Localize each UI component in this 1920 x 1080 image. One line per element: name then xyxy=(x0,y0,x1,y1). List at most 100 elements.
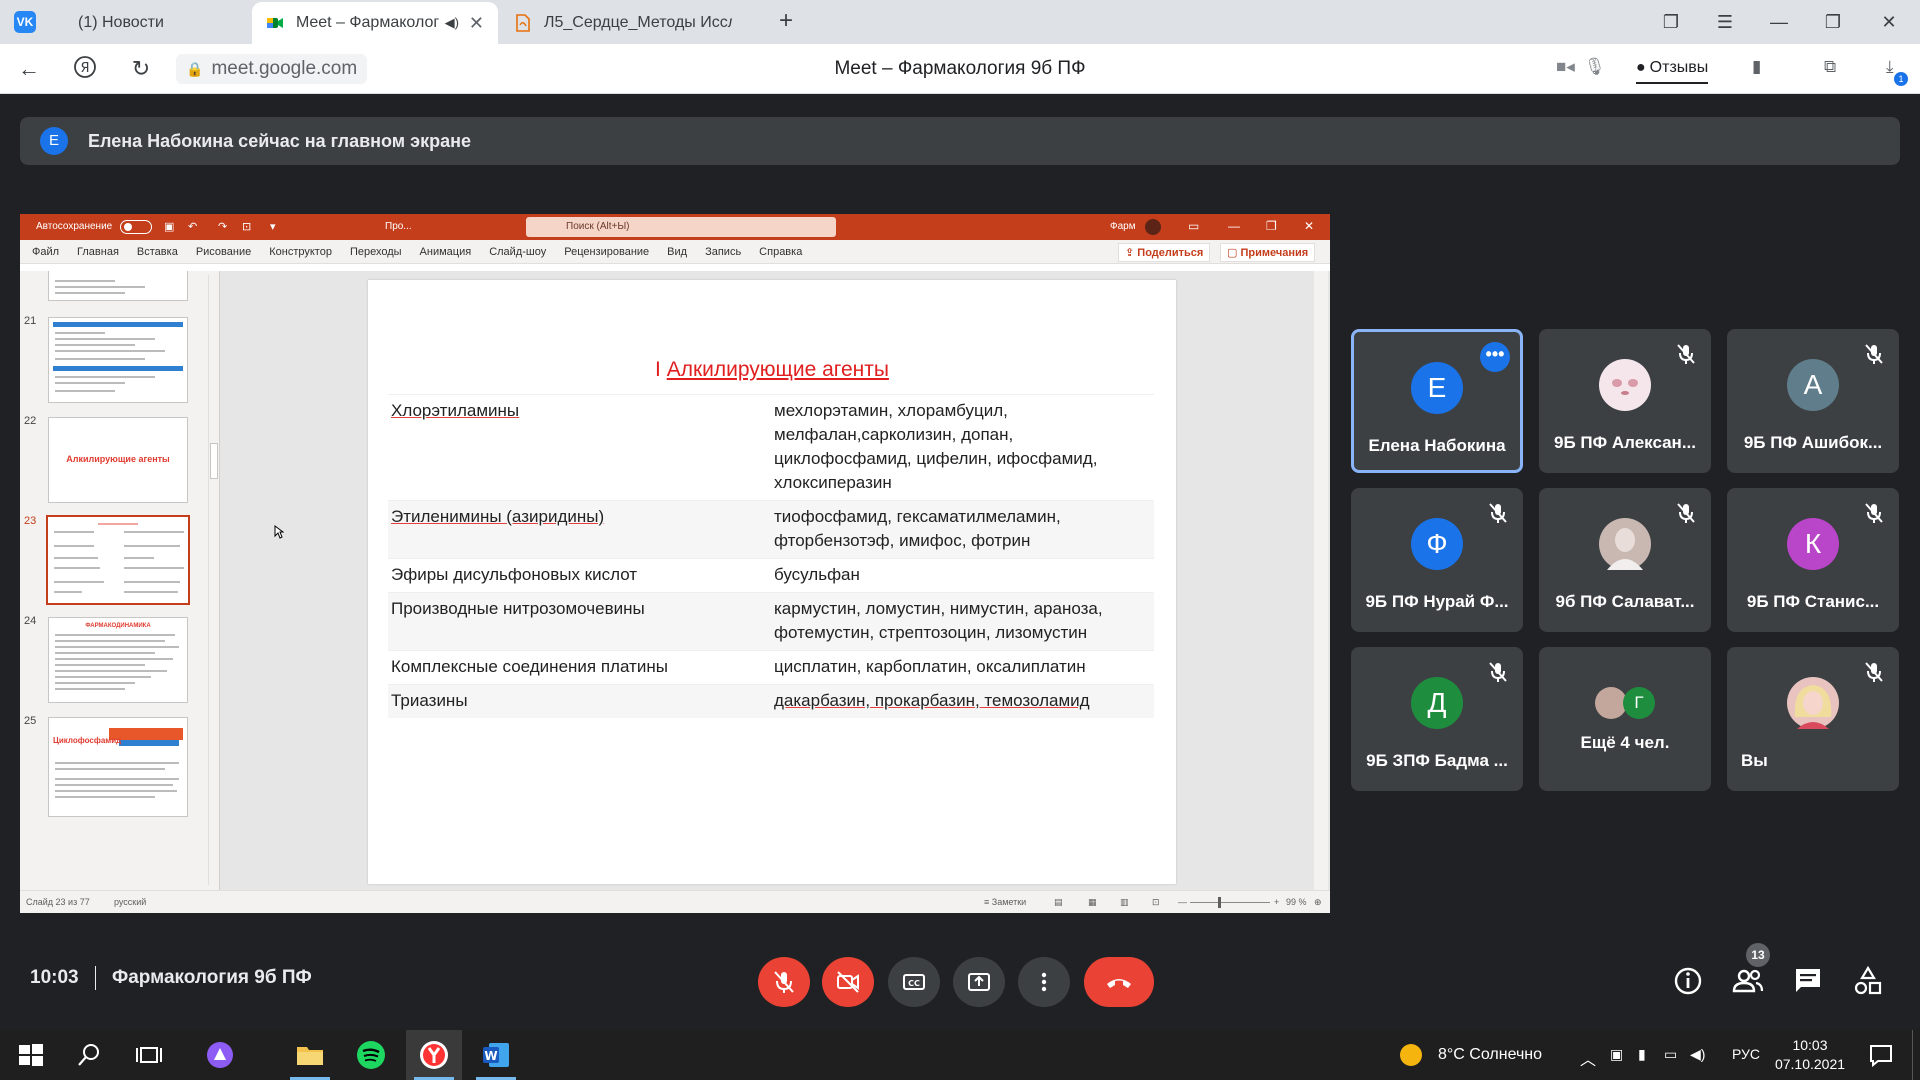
show-desktop-button[interactable] xyxy=(1912,1030,1920,1080)
redo-icon[interactable]: ↷ xyxy=(218,220,227,233)
system-clock[interactable]: 10:03 07.10.2021 xyxy=(1750,1036,1870,1074)
zoom-in-icon[interactable]: + xyxy=(1274,897,1279,907)
microphone-tray-icon[interactable]: ▮ xyxy=(1638,1046,1646,1063)
more-options-icon[interactable]: ••• xyxy=(1480,342,1510,372)
menu-insert[interactable]: Вставка xyxy=(137,246,178,258)
menu-icon[interactable]: ☰ xyxy=(1710,8,1740,36)
ppt-filename[interactable]: Про... xyxy=(385,221,412,232)
leave-call-button[interactable] xyxy=(1084,957,1154,1007)
participant-tile[interactable]: 9б ПФ Салават... xyxy=(1539,488,1711,632)
zoom-out-icon[interactable]: — xyxy=(1178,897,1187,907)
slide-thumbnail-24[interactable]: ФАРМАКОДИНАМИКА xyxy=(48,617,188,703)
menu-help[interactable]: Справка xyxy=(759,246,802,258)
slide-thumbnail-20[interactable] xyxy=(48,271,188,301)
thumbnails-scrollbar[interactable] xyxy=(208,275,218,885)
activities-icon[interactable] xyxy=(1850,963,1886,999)
menu-animation[interactable]: Анимация xyxy=(420,246,472,258)
chat-icon[interactable] xyxy=(1790,963,1826,999)
sorter-view-icon[interactable]: ▦ xyxy=(1088,897,1097,908)
scrollbar-thumb[interactable] xyxy=(210,443,218,479)
alice-assistant-icon[interactable] xyxy=(205,1040,235,1070)
spotify-icon[interactable] xyxy=(356,1040,386,1070)
participant-tile[interactable]: Д 9Б ЗПФ Бадма ... xyxy=(1351,647,1523,791)
menu-transitions[interactable]: Переходы xyxy=(350,246,402,258)
menu-file[interactable]: Файл xyxy=(32,246,59,258)
slide-thumbnail-25[interactable]: Циклофосфамид xyxy=(48,717,188,817)
participant-tile[interactable]: А 9Б ПФ Ашибок... xyxy=(1727,329,1899,473)
ppt-minimize-icon[interactable]: — xyxy=(1228,219,1240,233)
weather-sun-icon[interactable] xyxy=(1398,1042,1424,1068)
volume-icon[interactable]: ◀) xyxy=(1690,1046,1705,1063)
minimize-icon[interactable]: — xyxy=(1764,8,1794,36)
slide-thumbnail-21[interactable] xyxy=(48,317,188,403)
camera-toggle-button[interactable] xyxy=(822,957,874,1007)
downloads-icon[interactable]: ⤓ xyxy=(1886,57,1894,77)
self-tile[interactable]: Вы xyxy=(1727,647,1899,791)
close-tab-icon[interactable]: ✕ xyxy=(469,13,484,34)
speaker-icon[interactable]: ◀) xyxy=(445,15,459,31)
reviews-button[interactable]: ● Отзывы xyxy=(1636,54,1709,84)
ppt-close-icon[interactable]: ✕ xyxy=(1304,219,1314,233)
present-now-button[interactable] xyxy=(953,957,1005,1007)
participants-icon[interactable] xyxy=(1730,963,1766,999)
autosave-toggle[interactable] xyxy=(120,220,152,234)
tab-pdf[interactable]: Л5_Сердце_Методы Иссле xyxy=(500,2,746,44)
menu-record[interactable]: Запись xyxy=(705,246,741,258)
ribbon-display-icon[interactable]: ▭ xyxy=(1188,219,1199,233)
captions-button[interactable]: CC xyxy=(888,957,940,1007)
menu-home[interactable]: Главная xyxy=(77,246,119,258)
more-participants-tile[interactable]: Г Ещё 4 чел. xyxy=(1539,647,1711,791)
more-options-button[interactable] xyxy=(1018,957,1070,1007)
bookmarks-panel-icon[interactable]: ❐ xyxy=(1656,8,1686,36)
microphone-toggle-button[interactable] xyxy=(758,957,810,1007)
windows-start-icon[interactable] xyxy=(16,1040,46,1070)
comments-button[interactable]: ▢ Примечания xyxy=(1220,243,1316,262)
fit-slide-icon[interactable]: ⊕ xyxy=(1314,897,1322,908)
notes-button[interactable]: ≡ Заметки xyxy=(984,897,1026,907)
menu-slideshow[interactable]: Слайд-шоу xyxy=(489,246,546,258)
menu-draw[interactable]: Рисование xyxy=(196,246,251,258)
account-avatar[interactable] xyxy=(1145,219,1161,235)
meeting-details-icon[interactable] xyxy=(1670,963,1706,999)
yandex-browser-app[interactable] xyxy=(406,1030,462,1080)
share-button[interactable]: ⇪ Поделиться xyxy=(1118,243,1211,262)
camera-icon[interactable]: ■◂ xyxy=(1556,57,1575,77)
tab-news[interactable]: (1) Новости xyxy=(64,2,250,44)
slide-scrollbar[interactable] xyxy=(1314,271,1328,890)
zoom-slider[interactable] xyxy=(1190,902,1270,903)
slide-canvas[interactable]: I Алкилирующие агенты Хлорэтиламины мехл… xyxy=(368,280,1176,884)
customize-icon[interactable]: ▾ xyxy=(270,220,276,233)
search-icon[interactable] xyxy=(74,1040,104,1070)
word-app[interactable]: W xyxy=(468,1030,524,1080)
file-explorer-app[interactable] xyxy=(282,1030,338,1080)
slide-thumbnail-22[interactable]: Алкилирующие агенты xyxy=(48,417,188,503)
menu-review[interactable]: Рецензирование xyxy=(564,246,649,258)
close-window-icon[interactable]: ✕ xyxy=(1874,8,1904,36)
maximize-icon[interactable]: ❐ xyxy=(1818,8,1848,36)
ppt-account-name[interactable]: Фарм xyxy=(1110,221,1136,232)
normal-view-icon[interactable]: ▤ xyxy=(1054,897,1063,908)
shared-screen[interactable]: Автосохранение ▣ ↶ ↷ ⊡ ▾ Про... Поиск (A… xyxy=(20,207,1330,913)
ppt-maximize-icon[interactable]: ❐ xyxy=(1266,219,1277,233)
reading-view-icon[interactable]: ▥ xyxy=(1120,897,1129,908)
zoom-slider-knob[interactable] xyxy=(1218,897,1221,908)
participant-tile[interactable]: Ф 9Б ПФ Нурай Ф... xyxy=(1351,488,1523,632)
bookmark-icon[interactable]: ▮ xyxy=(1752,57,1761,77)
network-icon[interactable]: ▭ xyxy=(1664,1046,1677,1063)
participant-tile[interactable]: К 9Б ПФ Станис... xyxy=(1727,488,1899,632)
slideshow-view-icon[interactable]: ⊡ xyxy=(1152,897,1160,908)
slide-thumbnail-23-selected[interactable] xyxy=(46,515,190,605)
collections-icon[interactable]: ⧉ xyxy=(1824,57,1836,77)
save-icon[interactable]: ▣ xyxy=(164,220,174,233)
present-icon[interactable]: ⊡ xyxy=(242,220,251,233)
notifications-icon[interactable] xyxy=(1866,1040,1896,1070)
weather-text[interactable]: 8°C Солнечно xyxy=(1438,1046,1542,1064)
task-view-icon[interactable] xyxy=(134,1040,164,1070)
microphone-icon[interactable]: 🎙 xyxy=(1584,57,1606,77)
participant-tile[interactable]: 9Б ПФ Алексан... xyxy=(1539,329,1711,473)
menu-view[interactable]: Вид xyxy=(667,246,687,258)
undo-icon[interactable]: ↶ xyxy=(188,220,197,233)
meet-now-icon[interactable]: ▣ xyxy=(1610,1046,1623,1063)
new-tab-button[interactable]: + xyxy=(772,8,800,36)
ppt-search-input[interactable]: Поиск (Alt+Ы) xyxy=(526,217,836,237)
